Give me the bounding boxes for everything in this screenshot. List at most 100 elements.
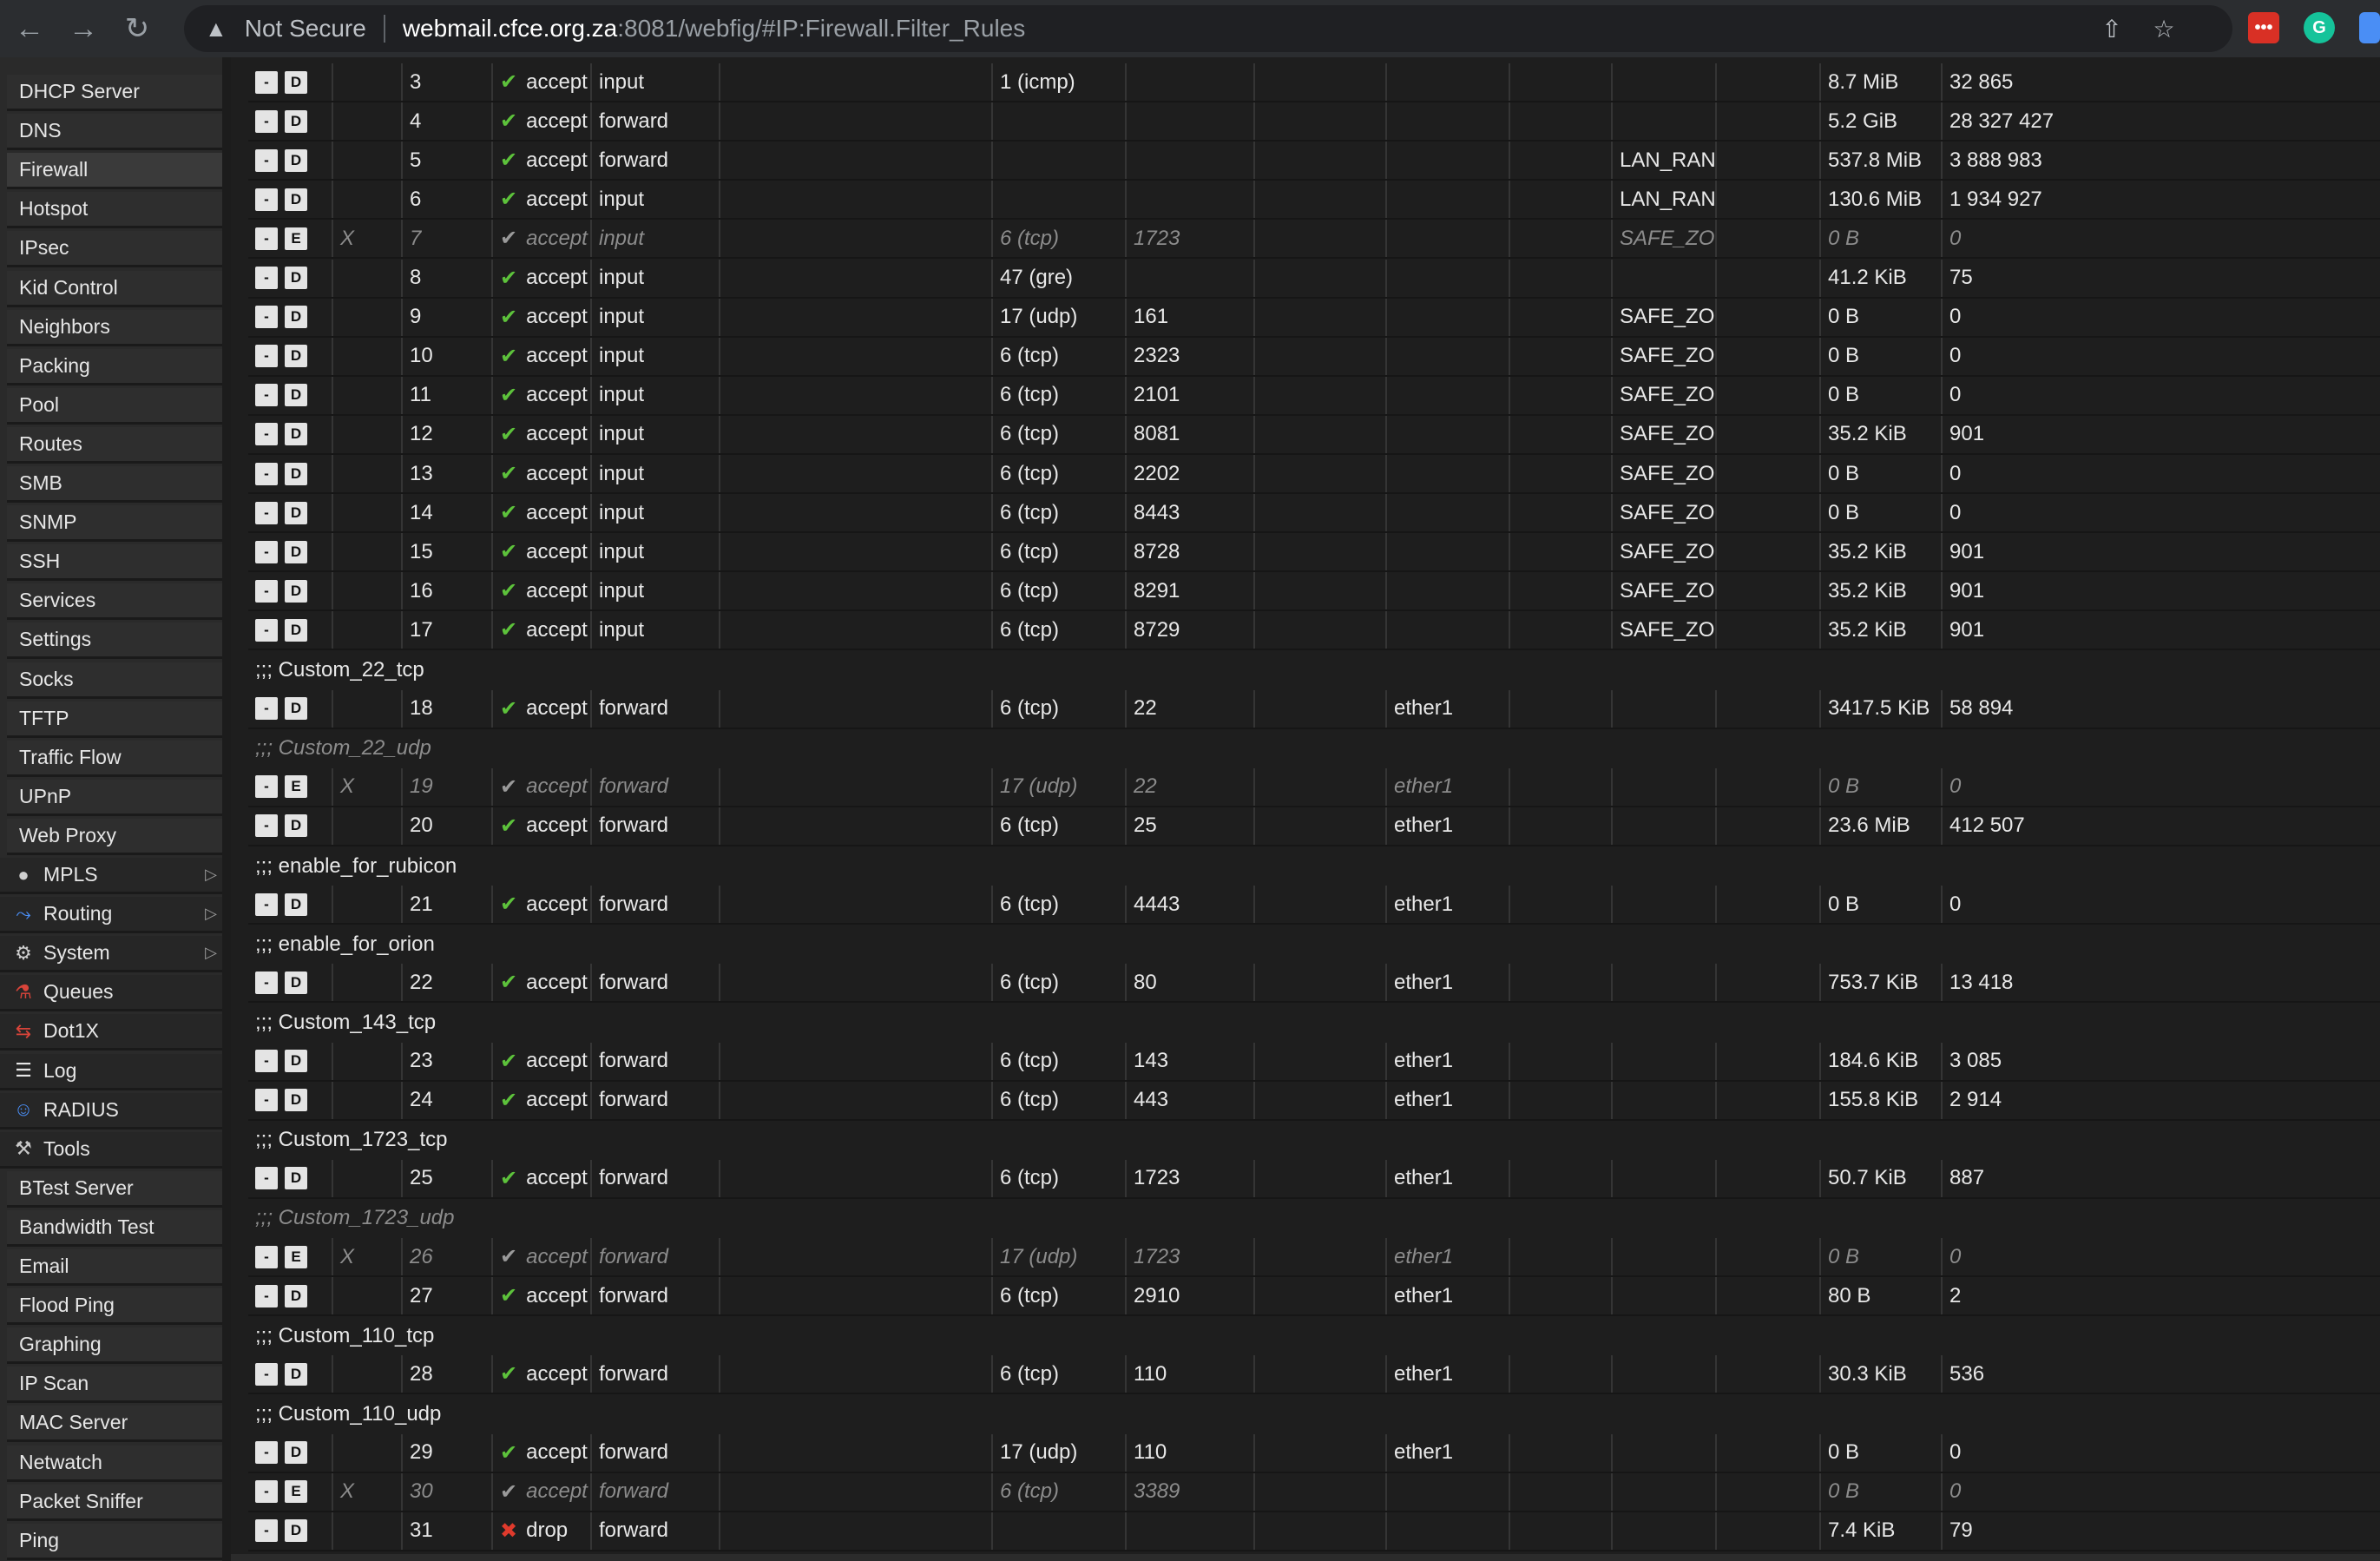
sidebar-item-packing[interactable]: Packing <box>7 348 227 385</box>
disable-rule-button[interactable]: D <box>285 1089 307 1112</box>
table-row[interactable]: - D 11 ✔ accept input 6 (tcp) 2101 SAFE_ZOI 0 B 0 <box>248 376 2380 416</box>
remove-rule-button[interactable]: - <box>255 1362 278 1386</box>
sidebar-menu-queues[interactable]: ⚗ Queues <box>0 975 231 1012</box>
address-bar[interactable]: ▲ Not Secure webmail.cfce.org.za :8081/w… <box>184 5 2232 52</box>
table-row[interactable]: - D 24 ✔ accept forward 6 (tcp) 443 ether1 155.8 … <box>248 1081 2380 1121</box>
table-row[interactable]: - D 21 ✔ accept forward 6 (tcp) 4443 ether1 0 B 0 <box>248 886 2380 925</box>
sidebar-item-bandwidth-test[interactable]: Bandwidth Test <box>7 1209 227 1247</box>
remove-rule-button[interactable]: - <box>255 1284 278 1307</box>
remove-rule-button[interactable]: - <box>255 384 278 407</box>
sidebar-item-email[interactable]: Email <box>7 1249 227 1286</box>
sidebar-item-ssh[interactable]: SSH <box>7 544 227 582</box>
disable-rule-button[interactable]: D <box>285 618 307 642</box>
remove-rule-button[interactable]: - <box>255 971 278 994</box>
disable-rule-button[interactable]: D <box>285 971 307 994</box>
remove-rule-button[interactable]: - <box>255 892 278 916</box>
table-row[interactable]: - D 6 ✔ accept input LAN_RAN(130.6 MiB 1 934 92… <box>248 181 2380 221</box>
remove-rule-button[interactable]: - <box>255 1245 278 1268</box>
sidebar-item-firewall[interactable]: Firewall <box>7 153 227 190</box>
remove-rule-button[interactable]: - <box>255 1519 278 1543</box>
extension-icon[interactable] <box>2359 12 2380 43</box>
enable-rule-button[interactable]: E <box>285 775 307 799</box>
remove-rule-button[interactable]: - <box>255 501 278 524</box>
sidebar-scrollbar[interactable] <box>222 57 231 1561</box>
table-row[interactable]: - E X 26 ✔ accept forward 17 (udp) 1723 ether1 0 B… <box>248 1238 2380 1277</box>
disable-rule-button[interactable]: D <box>285 267 307 289</box>
sidebar-menu-routing[interactable]: ⤳ Routing ▷ <box>0 897 231 934</box>
sidebar-menu-radius[interactable]: ☺ RADIUS <box>0 1092 231 1130</box>
sidebar-item-neighbors[interactable]: Neighbors <box>7 309 227 346</box>
sidebar-item-web-proxy[interactable]: Web Proxy <box>7 818 227 855</box>
remove-rule-button[interactable]: - <box>255 618 278 642</box>
remove-rule-button[interactable]: - <box>255 462 278 485</box>
table-row[interactable]: - D 25 ✔ accept forward 6 (tcp) 1723 ether1 50.7 … <box>248 1159 2380 1199</box>
extension-grammarly-icon[interactable]: G <box>2304 12 2335 43</box>
disable-rule-button[interactable]: D <box>285 1284 307 1307</box>
disable-rule-button[interactable]: D <box>285 306 307 329</box>
disable-rule-button[interactable]: D <box>285 579 307 603</box>
sidebar-item-packet-sniffer[interactable]: Packet Sniffer <box>7 1484 227 1521</box>
remove-rule-button[interactable]: - <box>255 345 278 368</box>
enable-rule-button[interactable]: E <box>285 1245 307 1268</box>
remove-rule-button[interactable]: - <box>255 1167 278 1190</box>
disable-rule-button[interactable]: D <box>285 462 307 485</box>
sidebar-item-traffic-flow[interactable]: Traffic Flow <box>7 740 227 777</box>
enable-rule-button[interactable]: E <box>285 227 307 250</box>
disable-rule-button[interactable]: D <box>285 148 307 172</box>
remove-rule-button[interactable]: - <box>255 775 278 799</box>
disable-rule-button[interactable]: D <box>285 892 307 916</box>
sidebar-item-pool[interactable]: Pool <box>7 387 227 425</box>
remove-rule-button[interactable]: - <box>255 814 278 838</box>
disable-rule-button[interactable]: D <box>285 501 307 524</box>
sidebar-item-snmp[interactable]: SNMP <box>7 505 227 543</box>
remove-rule-button[interactable]: - <box>255 306 278 329</box>
disable-rule-button[interactable]: D <box>285 423 307 446</box>
remove-rule-button[interactable]: - <box>255 1480 278 1504</box>
table-row[interactable]: - D 13 ✔ accept input 6 (tcp) 2202 SAFE_ZOI 0 B 0 <box>248 455 2380 494</box>
back-icon[interactable]: ← <box>5 4 54 53</box>
table-row[interactable]: - D 16 ✔ accept input 6 (tcp) 8291 SAFE_ZOI 35.2 … <box>248 572 2380 612</box>
disable-rule-button[interactable]: D <box>285 1050 307 1072</box>
bookmark-star-icon[interactable]: ☆ <box>2147 12 2180 45</box>
table-row[interactable]: - D 20 ✔ accept forward 6 (tcp) 25 ether1 23.6 Mi… <box>248 807 2380 846</box>
table-row[interactable]: - D 8 ✔ accept input 47 (gre) 41.2 KiB 75 <box>248 259 2380 299</box>
sidebar-item-graphing[interactable]: Graphing <box>7 1327 227 1365</box>
disable-rule-button[interactable]: D <box>285 697 307 721</box>
table-row[interactable]: - D 31 ✖ drop forward 7.4 KiB 79 <box>248 1512 2380 1551</box>
table-row[interactable]: - D 27 ✔ accept forward 6 (tcp) 2910 ether1 80 B 2 <box>248 1277 2380 1317</box>
table-row[interactable]: - D 28 ✔ accept forward 6 (tcp) 110 ether1 30.3 K… <box>248 1355 2380 1395</box>
sidebar-item-netwatch[interactable]: Netwatch <box>7 1445 227 1482</box>
sidebar-item-routes[interactable]: Routes <box>7 426 227 464</box>
sidebar-menu-mpls[interactable]: ● MPLS ▷ <box>0 858 231 894</box>
sidebar-item-dhcp-server[interactable]: DHCP Server <box>7 75 227 111</box>
sidebar-item-hotspot[interactable]: Hotspot <box>7 192 227 229</box>
table-row[interactable]: - D 22 ✔ accept forward 6 (tcp) 80 ether1 753.7 K… <box>248 964 2380 1004</box>
reload-icon[interactable]: ↻ <box>113 4 161 53</box>
table-row[interactable]: - D 15 ✔ accept input 6 (tcp) 8728 SAFE_ZOI 35.2 … <box>248 533 2380 573</box>
disable-rule-button[interactable]: D <box>285 109 307 133</box>
table-row[interactable]: - D 9 ✔ accept input 17 (udp) 161 SAFE_ZOI 0 B 0 <box>248 298 2380 338</box>
sidebar-item-tftp[interactable]: TFTP <box>7 701 227 738</box>
remove-rule-button[interactable]: - <box>255 227 278 250</box>
extension-lastpass-icon[interactable]: ••• <box>2248 12 2279 43</box>
table-row[interactable]: - E X 7 ✔ accept input 6 (tcp) 1723 SAFE_ZOI 0 B 0 <box>248 220 2380 260</box>
table-row[interactable]: - D 5 ✔ accept forward LAN_RAN(537.8 MiB 3 888 … <box>248 142 2380 181</box>
table-row[interactable]: - E X 19 ✔ accept forward 17 (udp) 22 ether1 0 B 0 <box>248 767 2380 807</box>
remove-rule-button[interactable]: - <box>255 109 278 133</box>
sidebar-item-flood-ping[interactable]: Flood Ping <box>7 1288 227 1326</box>
disable-rule-button[interactable]: D <box>285 384 307 407</box>
sidebar-item-dns[interactable]: DNS <box>7 114 227 151</box>
share-icon[interactable]: ⇧ <box>2095 12 2128 45</box>
table-row[interactable]: - D 29 ✔ accept forward 17 (udp) 110 ether1 0 B 0 <box>248 1433 2380 1473</box>
disable-rule-button[interactable]: D <box>285 1362 307 1386</box>
remove-rule-button[interactable]: - <box>255 1050 278 1072</box>
table-row[interactable]: - D 12 ✔ accept input 6 (tcp) 8081 SAFE_ZOI 35.2 … <box>248 415 2380 455</box>
remove-rule-button[interactable]: - <box>255 188 278 211</box>
sidebar-item-upnp[interactable]: UPnP <box>7 779 227 816</box>
remove-rule-button[interactable]: - <box>255 423 278 446</box>
table-row[interactable]: - D 14 ✔ accept input 6 (tcp) 8443 SAFE_ZOI 0 B 0 <box>248 494 2380 534</box>
remove-rule-button[interactable]: - <box>255 697 278 721</box>
table-row[interactable]: - D 4 ✔ accept forward 5.2 GiB 28 327 427 <box>248 102 2380 142</box>
disable-rule-button[interactable]: D <box>285 814 307 838</box>
remove-rule-button[interactable]: - <box>255 579 278 603</box>
